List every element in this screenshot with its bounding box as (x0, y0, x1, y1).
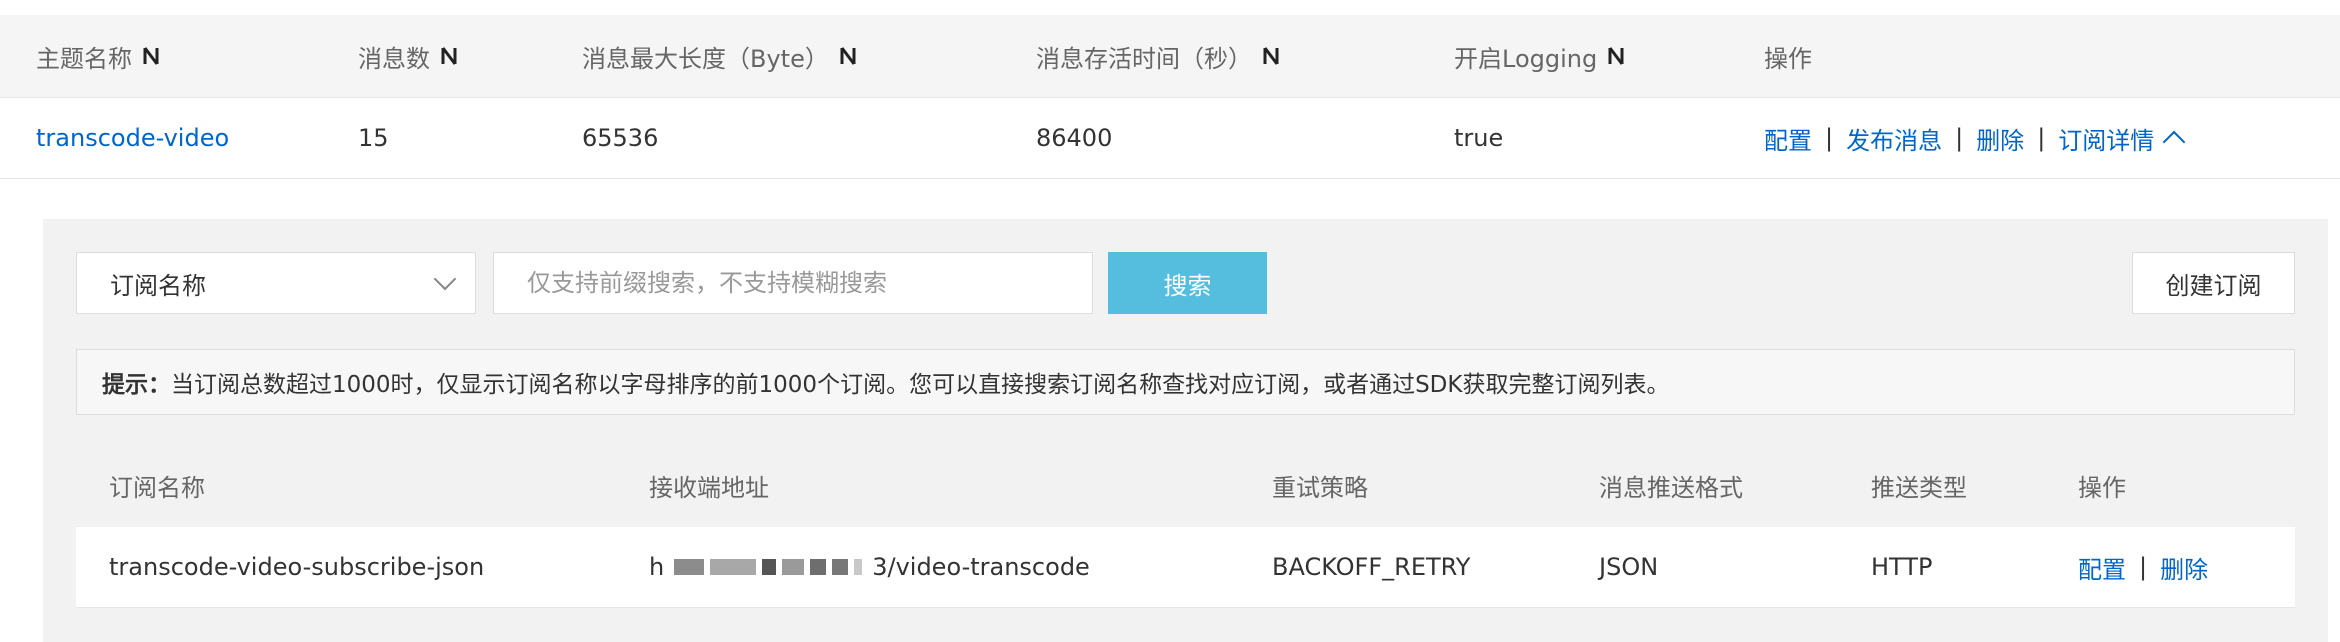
redacted-block (674, 559, 868, 575)
header-subscription-name: 订阅名称 (109, 473, 205, 502)
topic-logging: true (1454, 124, 1504, 152)
header-message-format: 消息推送格式 (1599, 473, 1743, 502)
push-type: HTTP (1871, 553, 1933, 581)
search-button[interactable]: 搜索 (1108, 252, 1267, 314)
separator: | (2139, 553, 2148, 581)
subscription-panel: 订阅名称 搜索 创建订阅 提示： 当订阅总数超过1000时，仅显示订阅名称以字母… (43, 219, 2328, 642)
topic-ttl: 86400 (1036, 124, 1113, 152)
create-subscription-button[interactable]: 创建订阅 (2132, 252, 2295, 314)
tip-text: 当订阅总数超过1000时，仅显示订阅名称以字母排序的前1000个订阅。您可以直接… (171, 372, 1670, 398)
subscription-row: transcode-video-subscribe-json h 3/video… (76, 527, 2295, 608)
message-format: JSON (1599, 553, 1659, 581)
chevron-down-icon (433, 267, 457, 291)
separator: | (1825, 124, 1834, 152)
separator: | (2037, 124, 2046, 152)
sort-icon[interactable] (142, 44, 160, 68)
publish-message-link[interactable]: 发布消息 (1846, 121, 1942, 156)
subscription-details-link[interactable]: 订阅详情 (2058, 121, 2154, 156)
header-endpoint: 接收端地址 (649, 473, 769, 502)
sub-delete-link[interactable]: 删除 (2160, 550, 2208, 585)
header-topic-name[interactable]: 主题名称 (36, 15, 160, 97)
topic-message-count: 15 (358, 124, 389, 152)
endpoint-address: h 3/video-transcode (649, 553, 1090, 581)
topic-name-link[interactable]: transcode-video (36, 98, 229, 178)
subscription-actions: 配置 | 删除 (2078, 527, 2208, 607)
header-max-length[interactable]: 消息最大长度（Byte） (582, 15, 857, 97)
tip-label: 提示： (102, 372, 171, 398)
header-push-type: 推送类型 (1871, 473, 1967, 502)
topic-max-length: 65536 (582, 124, 659, 152)
search-input[interactable] (493, 252, 1093, 314)
header-operations: 操作 (1764, 44, 1812, 73)
sort-icon[interactable] (1262, 44, 1280, 68)
sort-icon[interactable] (440, 44, 458, 68)
topic-row: transcode-video 15 65536 86400 true 配置 |… (0, 98, 2340, 179)
subscription-name: transcode-video-subscribe-json (109, 553, 485, 581)
header-message-count[interactable]: 消息数 (358, 15, 458, 97)
configure-link[interactable]: 配置 (1764, 121, 1812, 156)
sort-icon[interactable] (1607, 44, 1625, 68)
retry-policy: BACKOFF_RETRY (1272, 553, 1471, 581)
topic-table-header: 主题名称 消息数 消息最大长度（Byte） 消息存活时间（秒） 开启Loggin… (0, 15, 2340, 98)
sub-configure-link[interactable]: 配置 (2078, 550, 2126, 585)
delete-link[interactable]: 删除 (1976, 121, 2024, 156)
header-logging[interactable]: 开启Logging (1454, 15, 1625, 97)
header-sub-operations: 操作 (2078, 473, 2126, 502)
tip-banner: 提示： 当订阅总数超过1000时，仅显示订阅名称以字母排序的前1000个订阅。您… (76, 349, 2295, 415)
chevron-up-icon[interactable] (2162, 130, 2186, 154)
header-ttl[interactable]: 消息存活时间（秒） (1036, 15, 1280, 97)
filter-select[interactable]: 订阅名称 (76, 252, 476, 314)
header-retry-policy: 重试策略 (1272, 473, 1368, 502)
subscription-table-header: 订阅名称 接收端地址 重试策略 消息推送格式 推送类型 操作 (76, 445, 2295, 525)
separator: | (1955, 124, 1964, 152)
topic-actions: 配置 | 发布消息 | 删除 | 订阅详情 (1764, 98, 2186, 178)
sort-icon[interactable] (839, 44, 857, 68)
